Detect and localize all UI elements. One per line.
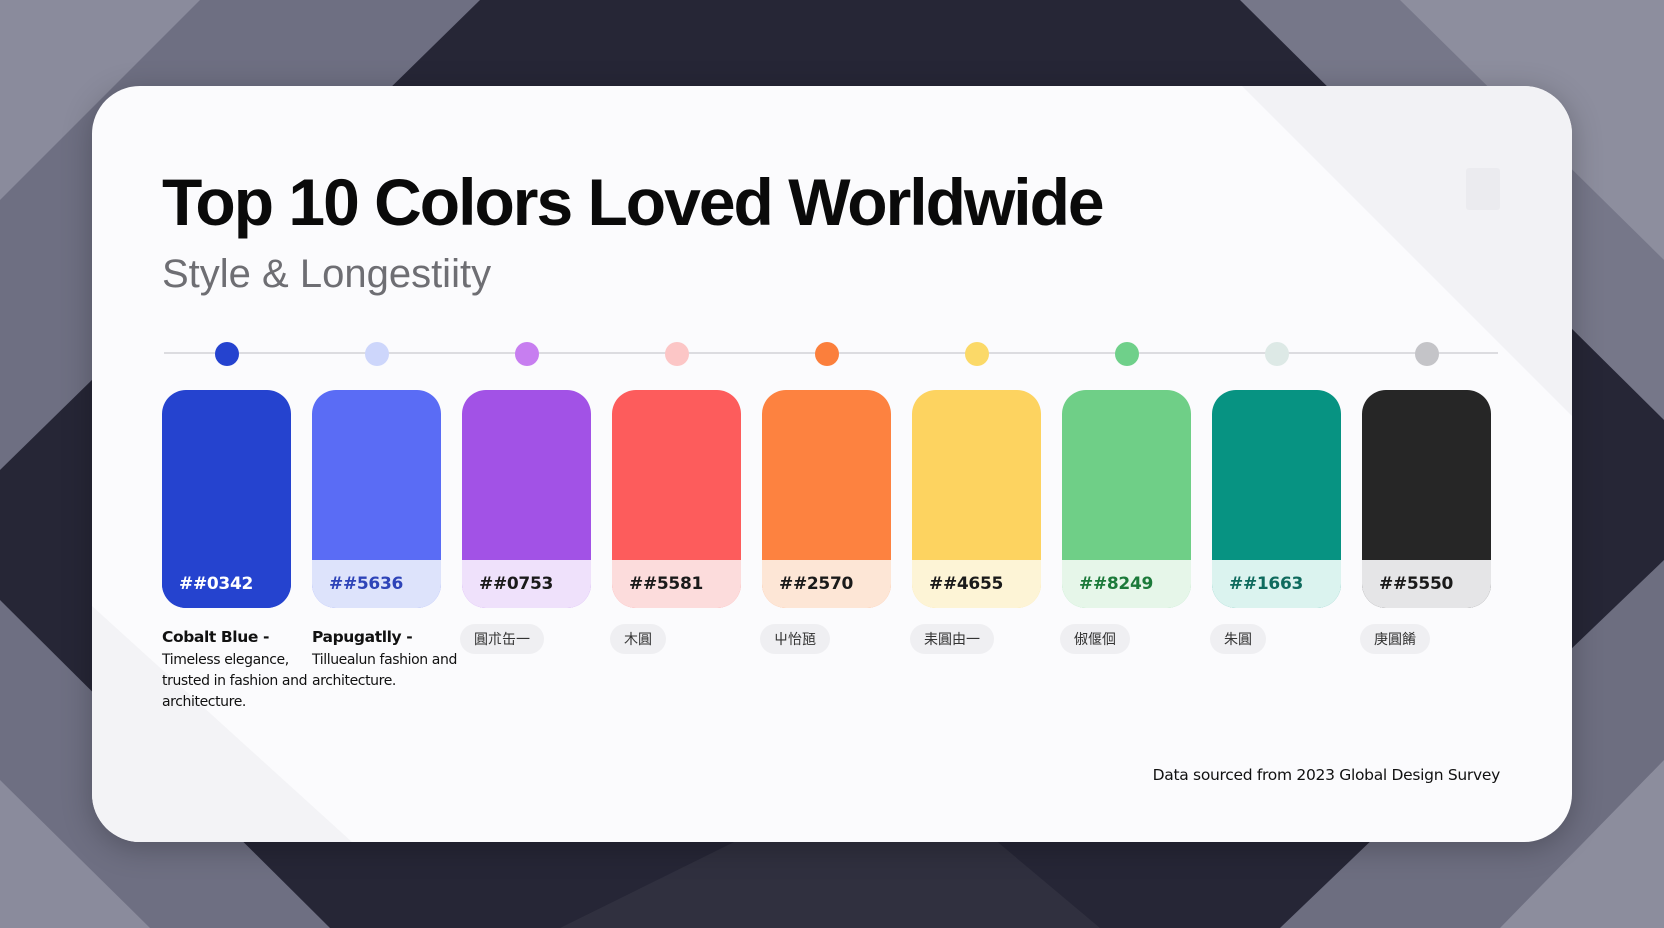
hex-code-label: ##2570 xyxy=(762,560,891,608)
infographic-card: Top 10 Colors Loved Worldwide Style & Lo… xyxy=(92,86,1572,842)
hex-code-label: ##1663 xyxy=(1212,560,1341,608)
hex-code-label: ##4655 xyxy=(912,560,1041,608)
hex-code-label: ##8249 xyxy=(1062,560,1191,608)
color-swatch[interactable]: ##5550 xyxy=(1362,390,1491,608)
hex-code-label: ##0342 xyxy=(162,560,291,608)
color-tag-pill[interactable]: 木圓 xyxy=(610,624,666,654)
color-swatch[interactable]: ##5636 xyxy=(312,390,441,608)
color-tag-pill[interactable]: 朱圓 xyxy=(1210,624,1266,654)
hex-code-label: ##5550 xyxy=(1362,560,1491,608)
timeline-dot xyxy=(964,342,989,366)
color-swatch[interactable]: ##1663 xyxy=(1212,390,1341,608)
timeline-dot xyxy=(214,342,239,366)
timeline-dot xyxy=(1114,342,1139,366)
color-description: Tilluealun fashion and architecture. xyxy=(312,652,457,689)
color-tag-pill[interactable]: 庚圓餚 xyxy=(1360,624,1430,654)
page-subtitle: Style & Longestiity xyxy=(162,252,492,296)
color-name: Papugatlly - xyxy=(312,628,413,646)
timeline-dot xyxy=(364,342,389,366)
color-swatch[interactable]: ##5581 xyxy=(612,390,741,608)
page-title: Top 10 Colors Loved Worldwide xyxy=(162,165,1105,239)
color-tag-pill[interactable]: 俶偃佪 xyxy=(1060,624,1130,654)
timeline-dot xyxy=(814,342,839,366)
color-tag-pill[interactable]: 圓朮缶一 xyxy=(460,624,544,654)
timeline-dot xyxy=(1414,342,1439,366)
color-name: Cobalt Blue - xyxy=(162,628,270,646)
color-swatch[interactable]: ##8249 xyxy=(1062,390,1191,608)
color-swatch[interactable]: ##2570 xyxy=(762,390,891,608)
hex-code-label: ##5581 xyxy=(612,560,741,608)
color-swatch[interactable]: ##4655 xyxy=(912,390,1041,608)
hex-code-label: ##5636 xyxy=(312,560,441,608)
color-description: Timeless elegance, trusted in fashion an… xyxy=(162,652,308,710)
timeline-dot xyxy=(514,342,539,366)
color-swatch[interactable]: ##0342 xyxy=(162,390,291,608)
color-tag-pill[interactable]: 耒圓由一 xyxy=(910,624,994,654)
color-tag-pill[interactable]: 屮怡瓸 xyxy=(760,624,830,654)
hex-code-label: ##0753 xyxy=(462,560,591,608)
corner-placeholder-square xyxy=(1466,168,1500,210)
source-footnote: Data sourced from 2023 Global Design Sur… xyxy=(1152,766,1501,784)
color-swatch[interactable]: ##0753 xyxy=(462,390,591,608)
timeline-dot xyxy=(1264,342,1289,366)
timeline-dot xyxy=(664,342,689,366)
